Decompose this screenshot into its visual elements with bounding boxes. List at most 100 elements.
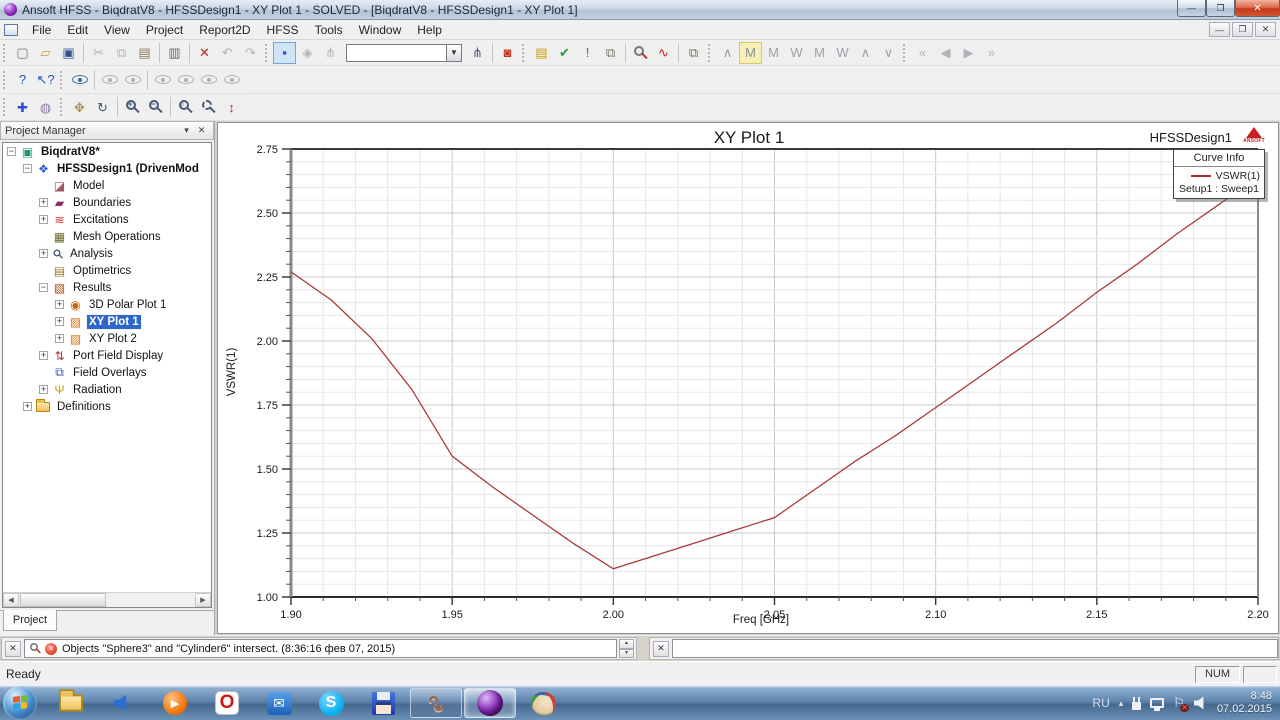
toolbar-grip[interactable] xyxy=(902,44,908,62)
power-icon[interactable] xyxy=(1132,702,1141,710)
expand-icon[interactable]: + xyxy=(39,351,48,360)
show-all-icon[interactable] xyxy=(68,69,91,91)
menu-project[interactable]: Project xyxy=(138,21,191,39)
tree-item-port-field-display[interactable]: +⇅Port Field Display xyxy=(3,347,211,364)
close-button[interactable]: ✕ xyxy=(1235,0,1280,17)
prev-frame-icon[interactable]: ◀ xyxy=(934,42,957,64)
expand-icon[interactable]: + xyxy=(39,198,48,207)
zoom-in-icon[interactable] xyxy=(121,96,144,118)
cut-icon[interactable]: ✂ xyxy=(87,42,110,64)
save-icon[interactable]: ▣ xyxy=(57,42,80,64)
tree-item-radiation[interactable]: +ΨRadiation xyxy=(3,381,211,398)
next-frame-icon[interactable]: ▶ xyxy=(957,42,980,64)
explorer-taskbar-icon[interactable] xyxy=(45,687,97,719)
message-spinner[interactable]: ▲▼ xyxy=(619,639,634,658)
toolbar-grip[interactable] xyxy=(707,44,713,62)
volume-mixer-taskbar-icon[interactable] xyxy=(97,687,149,719)
menu-view[interactable]: View xyxy=(96,21,138,39)
visibility-window-icon[interactable] xyxy=(220,69,243,91)
sweep-wave-6-icon[interactable]: W xyxy=(831,42,854,64)
opera-taskbar-icon[interactable]: O xyxy=(201,687,253,719)
mdi-minimize-button[interactable]: — xyxy=(1209,22,1230,37)
tree-item-definitions[interactable]: +Definitions xyxy=(3,398,211,415)
model-tree-icon[interactable]: ⋔ xyxy=(466,42,489,64)
last-frame-icon[interactable]: » xyxy=(980,42,1003,64)
clock[interactable]: 8:48 07.02.2015 xyxy=(1217,690,1272,716)
sweep-wave-7-icon[interactable]: ∧ xyxy=(854,42,877,64)
rotate-icon[interactable]: ↻ xyxy=(91,96,114,118)
sweep-wave-8-icon[interactable]: ∨ xyxy=(877,42,900,64)
show-active-icon[interactable] xyxy=(174,69,197,91)
tree-item-field-overlays[interactable]: ⧉Field Overlays xyxy=(3,364,211,381)
message-field[interactable]: ✕ Objects "Sphere3" and "Cylinder6" inte… xyxy=(24,639,617,658)
create-report-icon[interactable]: ∿ xyxy=(652,42,675,64)
combo-field[interactable] xyxy=(346,44,446,62)
solve-setup-icon[interactable]: ◙ xyxy=(496,42,519,64)
network-icon[interactable] xyxy=(1150,698,1164,708)
menu-window[interactable]: Window xyxy=(351,21,410,39)
project-manager-header[interactable]: Project Manager ▾ ✕ xyxy=(0,121,214,140)
message-pane-close-icon[interactable]: ✕ xyxy=(5,641,21,657)
skype-taskbar-icon[interactable]: S xyxy=(305,687,357,719)
mail-taskbar-icon[interactable]: ✉ xyxy=(253,687,305,719)
coordinate-sphere-icon[interactable]: ◍ xyxy=(34,96,57,118)
context-help-icon[interactable]: ↖? xyxy=(34,69,57,91)
tree-item-3d-polar-plot-1[interactable]: +◉3D Polar Plot 1 xyxy=(3,296,211,313)
collapse-icon[interactable]: − xyxy=(23,164,32,173)
menu-file[interactable]: File xyxy=(24,21,59,39)
select-edge-icon[interactable]: ⋔ xyxy=(319,42,342,64)
tree-item-mesh-operations[interactable]: ▦Mesh Operations xyxy=(3,228,211,245)
validate-icon[interactable]: ✔ xyxy=(553,42,576,64)
progress-pane-close-icon[interactable]: ✕ xyxy=(653,641,669,657)
mdi-restore-button[interactable]: ❐ xyxy=(1232,22,1253,37)
paste-icon[interactable]: ▤ xyxy=(133,42,156,64)
first-frame-icon[interactable]: « xyxy=(911,42,934,64)
backup-taskbar-icon[interactable] xyxy=(357,687,409,719)
select-object-icon[interactable]: ▪ xyxy=(273,42,296,64)
combo-dropdown-icon[interactable]: ▼ xyxy=(446,44,462,62)
collapse-icon[interactable]: − xyxy=(7,147,16,156)
start-button[interactable] xyxy=(3,686,37,720)
copy-icon[interactable]: ⧉ xyxy=(110,42,133,64)
collapse-icon[interactable]: − xyxy=(39,283,48,292)
expand-icon[interactable]: + xyxy=(55,300,64,309)
boolean-unite-icon[interactable]: ✚ xyxy=(11,96,34,118)
expand-icon[interactable]: + xyxy=(39,249,48,258)
visibility-by-type-icon[interactable] xyxy=(197,69,220,91)
messages-icon[interactable] xyxy=(629,42,652,64)
print-icon[interactable]: ▥ xyxy=(163,42,186,64)
hide-selection-icon[interactable] xyxy=(98,69,121,91)
pan-icon[interactable]: ✥ xyxy=(68,96,91,118)
toolbar-grip[interactable] xyxy=(264,44,270,62)
sweep-wave-2-icon[interactable]: M xyxy=(739,42,762,64)
selection-combo[interactable]: ▼ xyxy=(346,44,462,62)
menu-tools[interactable]: Tools xyxy=(307,21,351,39)
new-icon[interactable]: ▢ xyxy=(11,42,34,64)
sweep-wave-4-icon[interactable]: W xyxy=(785,42,808,64)
ansoft-hfss-taskbar-icon[interactable] xyxy=(464,688,516,718)
expand-icon[interactable]: + xyxy=(23,402,32,411)
expand-icon[interactable]: + xyxy=(55,317,64,326)
minimize-button[interactable]: — xyxy=(1177,0,1206,17)
help-topics-icon[interactable]: ? xyxy=(11,69,34,91)
corel-taskbar-icon[interactable]: ∾ xyxy=(410,688,462,718)
orient-axis-icon[interactable]: ↕ xyxy=(220,96,243,118)
expand-icon[interactable]: + xyxy=(39,385,48,394)
language-indicator[interactable]: RU xyxy=(1092,696,1109,710)
toolbar-grip[interactable] xyxy=(521,44,527,62)
tree-horizontal-scrollbar[interactable]: ◀ ▶ xyxy=(3,592,211,607)
restore-button[interactable]: ❐ xyxy=(1206,0,1235,17)
action-center-flag-icon[interactable]: ⚐ xyxy=(1173,695,1185,711)
menu-hfss[interactable]: HFSS xyxy=(259,21,307,39)
tab-project[interactable]: Project xyxy=(3,610,57,631)
zoom-out-icon[interactable] xyxy=(144,96,167,118)
select-face-icon[interactable]: ◈ xyxy=(296,42,319,64)
panel-close-icon[interactable]: ✕ xyxy=(194,124,209,138)
expand-icon[interactable]: + xyxy=(55,334,64,343)
toolbar-grip[interactable] xyxy=(2,71,8,89)
project-tree[interactable]: −▣BiqdratV8*−❖HFSSDesign1 (DrivenMod◪Mod… xyxy=(2,142,212,608)
tree-item-results[interactable]: −▧Results xyxy=(3,279,211,296)
panel-dropdown-icon[interactable]: ▾ xyxy=(179,124,194,138)
tree-item-xy-plot-2[interactable]: +▨XY Plot 2 xyxy=(3,330,211,347)
hide-objects-icon[interactable] xyxy=(121,69,144,91)
